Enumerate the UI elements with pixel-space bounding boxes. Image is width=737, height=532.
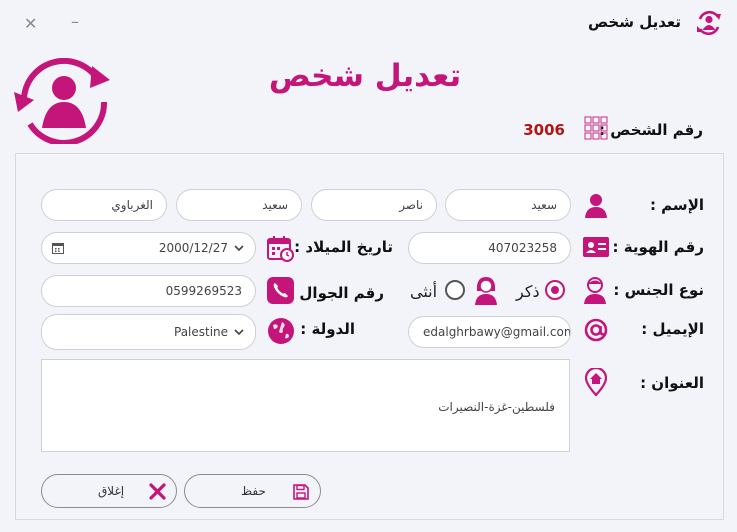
female-radio[interactable] <box>445 280 465 300</box>
phone-input[interactable]: 0599269523 <box>41 275 256 307</box>
email-input[interactable]: edalghrbawy@gmail.com <box>408 316 571 348</box>
address-label: العنوان : <box>640 374 704 392</box>
home-location-icon <box>585 368 607 396</box>
address-textarea[interactable]: فلسطين-غزة-النصيرات <box>41 359 570 452</box>
female-avatar-icon <box>474 275 498 305</box>
person-id-label: رقم الشخص : <box>599 121 703 139</box>
save-button[interactable]: حفظ <box>184 474 321 508</box>
country-select[interactable]: Palestine <box>41 314 256 350</box>
chevron-down-icon[interactable] <box>234 245 244 252</box>
save-button-label: حفظ <box>241 484 266 498</box>
male-avatar-icon <box>582 276 608 304</box>
phone-icon <box>267 277 294 304</box>
national-id-label: رقم الهوية : <box>612 238 704 256</box>
second-name-input[interactable]: ناصر <box>311 189 437 221</box>
email-label: الإيميل : <box>641 320 704 338</box>
at-sign-icon <box>583 317 609 343</box>
country-select-value: Palestine <box>174 325 229 339</box>
chevron-down-icon[interactable] <box>234 329 244 336</box>
close-button[interactable]: إغلاق <box>41 474 177 508</box>
close-window-button[interactable]: ✕ <box>24 16 37 32</box>
national-id-input[interactable]: 407023258 <box>408 232 571 264</box>
phone-label: رقم الجوال : <box>288 284 384 302</box>
country-label: الدولة : <box>300 320 355 338</box>
page-title: تعديل شخص <box>268 58 462 94</box>
last-name-input[interactable]: الغرباوي <box>41 189 167 221</box>
person-icon <box>583 192 609 218</box>
minimize-window-button[interactable]: – <box>71 14 79 30</box>
globe-icon <box>267 317 295 345</box>
gender-label: نوع الجنس : <box>613 281 704 299</box>
close-x-icon <box>149 483 166 500</box>
male-radio[interactable] <box>545 280 565 300</box>
birth-date-value: 2000/12/27 <box>158 241 228 255</box>
person-sync-logo-icon <box>12 58 116 144</box>
birth-date-label: تاريخ الميلاد : <box>294 238 393 256</box>
id-card-icon <box>583 237 609 257</box>
person-id-value: 3006 <box>523 121 565 139</box>
first-name-input[interactable]: سعيد <box>445 189 571 221</box>
floppy-disk-icon <box>293 484 309 500</box>
person-sync-icon <box>694 8 724 38</box>
name-label: الإسم : <box>649 196 704 214</box>
close-button-label: إغلاق <box>98 484 125 498</box>
third-name-input[interactable]: سعيد <box>176 189 302 221</box>
window-title: تعديل شخص <box>587 13 681 31</box>
male-radio-label[interactable]: ذكر <box>516 282 540 301</box>
calendar-small-icon[interactable] <box>52 242 64 254</box>
birth-date-picker[interactable]: 2000/12/27 <box>41 232 256 264</box>
grid-blocks-icon <box>584 116 608 140</box>
female-radio-label[interactable]: أنثى <box>410 282 437 301</box>
calendar-clock-icon <box>267 235 295 263</box>
